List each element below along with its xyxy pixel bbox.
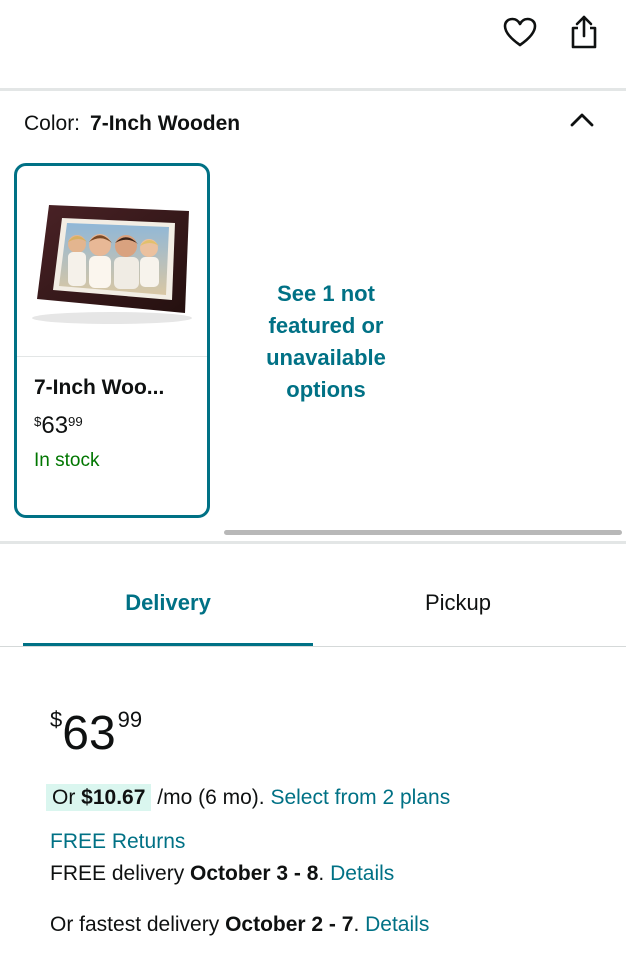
fastest-prefix: Or fastest delivery — [50, 913, 226, 936]
delivery-details-link[interactable]: Details — [330, 862, 394, 885]
variation-label-row: Color: 7-Inch Wooden — [24, 112, 240, 136]
swatch-price: $6399 — [34, 412, 83, 440]
buybox-price-currency: $ — [50, 707, 63, 732]
variation-value: 7-Inch Wooden — [90, 112, 241, 135]
horizontal-scrollbar[interactable] — [224, 530, 622, 535]
swatch-divider — [17, 356, 207, 357]
swatch-price-currency: $ — [34, 413, 42, 429]
top-bar — [0, 0, 626, 88]
swatch-price-fraction: 99 — [68, 413, 83, 429]
installment-amount: $10.67 — [81, 786, 146, 809]
variation-label: Color: — [24, 112, 81, 135]
tab-pickup[interactable]: Pickup — [313, 590, 603, 616]
section-divider — [0, 541, 626, 544]
variation-swatch-7-inch-wooden[interactable]: 7-Inch Woo... $6399 In stock — [14, 163, 210, 518]
heart-icon[interactable] — [500, 12, 540, 52]
see-unavailable-options-link[interactable]: See 1 not featured or unavailable option… — [240, 278, 412, 406]
buybox-price: $6399 — [50, 706, 142, 761]
installment-suffix: /mo (6 mo). — [151, 786, 271, 809]
chevron-up-icon[interactable] — [564, 102, 600, 138]
fastest-period: . — [353, 913, 360, 936]
swatch-stock-status: In stock — [34, 450, 100, 471]
tabs-divider — [0, 646, 626, 647]
fastest-delivery-estimate: Or fastest delivery October 2 - 7. Detai… — [50, 913, 429, 937]
delivery-period: . — [318, 862, 325, 885]
section-divider — [0, 88, 626, 91]
fastest-details-link[interactable]: Details — [365, 913, 429, 936]
tab-delivery[interactable]: Delivery — [23, 590, 313, 616]
delivery-prefix: FREE delivery — [50, 862, 191, 885]
buybox-price-fraction: 99 — [117, 707, 143, 732]
share-icon[interactable] — [564, 12, 604, 52]
swatch-price-whole: 63 — [41, 412, 69, 439]
swatch-title: 7-Inch Woo... — [34, 376, 165, 399]
installment-row: Or $10.67 /mo (6 mo). Select from 2 plan… — [46, 784, 450, 811]
installment-highlight: Or $10.67 — [46, 784, 152, 811]
free-returns-link[interactable]: FREE Returns — [50, 830, 185, 854]
select-plans-link[interactable]: Select from 2 plans — [270, 786, 450, 809]
buybox-price-whole: 63 — [62, 707, 116, 760]
delivery-estimate: FREE delivery October 3 - 8. Details — [50, 862, 394, 886]
delivery-dates: October 3 - 8 — [190, 862, 319, 885]
fastest-dates: October 2 - 7 — [225, 913, 354, 936]
product-thumbnail — [17, 166, 207, 356]
installment-prefix: Or — [52, 786, 82, 809]
